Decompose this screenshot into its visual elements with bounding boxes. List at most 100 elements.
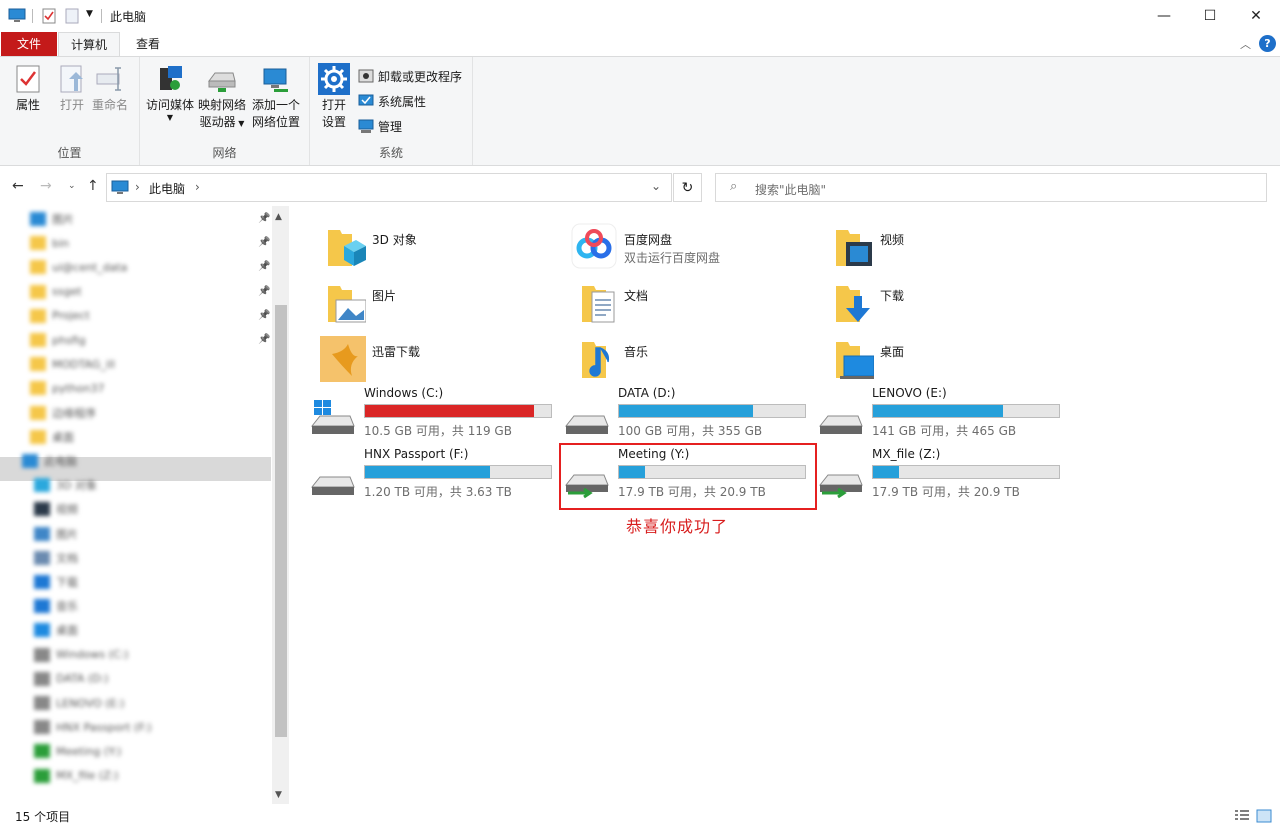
nav-scroll-thumb[interactable] <box>275 305 287 737</box>
nav-item[interactable]: 3D 对象 <box>34 474 97 496</box>
add-network-location-button[interactable]: 添加一个 网络位置 <box>252 63 300 131</box>
folder-icon <box>30 212 46 226</box>
scroll-up-icon[interactable]: ▲ <box>275 212 282 222</box>
nav-item[interactable]: 下载 <box>34 571 78 593</box>
tab-computer[interactable]: 计算机 <box>58 32 120 56</box>
nav-item[interactable]: 视频 <box>34 498 78 520</box>
ribbon-tabs: 文件 计算机 查看 ︿ ? <box>0 32 1280 56</box>
pin-icon[interactable]: 📌 <box>258 261 270 272</box>
breadcrumb-chevron-icon[interactable]: › <box>135 180 140 194</box>
breadcrumb-this-pc[interactable]: 此电脑 <box>149 180 185 197</box>
group-location: 属性 打开 重命名 位置 <box>0 57 140 165</box>
title-bar: ▼ 此电脑 — ☐ ✕ <box>0 0 1280 32</box>
address-bar[interactable]: › 此电脑 › ⌄ <box>106 173 672 202</box>
separator <box>32 9 33 23</box>
drive-e[interactable]: LENOVO (E:) 141 GB 可用，共 465 GB <box>808 386 1060 442</box>
folder-icon <box>34 720 50 735</box>
tab-view[interactable]: 查看 <box>122 32 174 56</box>
pin-icon[interactable]: 📌 <box>258 310 270 321</box>
map-drive-button[interactable]: 映射网络 驱动器 ▼ <box>198 63 246 132</box>
drive-usage-bar <box>872 465 1060 479</box>
recent-locations-icon[interactable]: ⌄ <box>68 181 76 191</box>
nav-item[interactable]: 此电脑 <box>22 450 77 472</box>
maximize-button[interactable]: ☐ <box>1187 0 1233 32</box>
properties-quick-icon[interactable] <box>42 8 56 24</box>
folder-xunlei-downloads[interactable]: 迅雷下载 <box>308 326 558 382</box>
new-folder-quick-icon[interactable] <box>65 8 79 24</box>
nav-item[interactable]: 音乐 <box>34 595 78 617</box>
scroll-down-icon[interactable]: ▼ <box>275 790 282 800</box>
minimize-button[interactable]: — <box>1141 0 1187 32</box>
up-arrow-icon[interactable]: ↑ <box>87 178 99 194</box>
nav-item[interactable]: bin <box>30 232 69 254</box>
nav-item[interactable]: ui@cent_data <box>30 256 127 278</box>
nav-item[interactable]: HNX Passport (F:) <box>34 716 152 738</box>
nav-item[interactable]: 图片 <box>34 523 78 545</box>
drive-f[interactable]: HNX Passport (F:) 1.20 TB 可用，共 3.63 TB <box>300 447 552 503</box>
help-icon[interactable]: ? <box>1259 35 1276 52</box>
nav-item[interactable]: python37 <box>30 377 104 399</box>
nav-item[interactable]: Windows (C:) <box>34 644 129 666</box>
add-location-label-2: 网络位置 <box>252 115 301 129</box>
dropdown-arrow-icon: ▼ <box>166 113 174 122</box>
nav-item[interactable]: ssget <box>30 281 82 303</box>
baidu-netdisk-shortcut[interactable]: 百度网盘 双击运行百度网盘 <box>560 214 810 269</box>
folder-3d-objects[interactable]: 3D 对象 <box>308 214 558 266</box>
folder-documents[interactable]: 文档 <box>560 270 810 323</box>
drive-z[interactable]: MX_file (Z:) 17.9 TB 可用，共 20.9 TB <box>808 447 1060 503</box>
address-dropdown-icon[interactable]: ⌄ <box>651 179 661 193</box>
system-properties-button[interactable]: 系统属性 <box>358 91 426 111</box>
access-media-button[interactable]: 访问媒体 ▼ <box>146 63 194 122</box>
tab-file[interactable]: 文件 <box>1 32 57 56</box>
pin-icon[interactable]: 📌 <box>258 334 270 345</box>
pin-icon[interactable]: 📌 <box>258 237 270 248</box>
nav-item-label: MODTAG_ill <box>52 357 116 371</box>
computer-icon <box>8 8 26 22</box>
folder-desktop[interactable]: 桌面 <box>816 326 1066 379</box>
breadcrumb-chevron-icon[interactable]: › <box>195 180 200 194</box>
folder-music[interactable]: 音乐 <box>560 326 810 378</box>
folder-icon <box>30 357 46 372</box>
pin-icon[interactable]: 📌 <box>258 286 270 297</box>
nav-item[interactable]: 边缘程序 <box>30 402 96 424</box>
drive-d[interactable]: DATA (D:) 100 GB 可用，共 355 GB <box>554 386 806 442</box>
properties-button[interactable]: 属性 <box>12 63 44 114</box>
details-view-icon[interactable] <box>1234 809 1250 823</box>
nav-item[interactable]: 文档 <box>34 547 78 569</box>
search-input[interactable]: ⌕ 搜索"此电脑" <box>715 173 1267 202</box>
folder-pictures[interactable]: 图片 <box>308 270 558 323</box>
nav-item[interactable]: Project <box>30 305 90 327</box>
nav-item-label: 此电脑 <box>44 455 77 468</box>
pin-icon[interactable]: 📌 <box>258 213 270 224</box>
uninstall-programs-button[interactable]: 卸载或更改程序 <box>358 66 462 86</box>
large-icons-view-icon[interactable] <box>1256 809 1272 823</box>
folder-name: 图片 <box>372 289 397 303</box>
separator <box>101 9 102 23</box>
back-arrow-icon[interactable]: ← <box>12 178 24 194</box>
close-button[interactable]: ✕ <box>1233 0 1279 32</box>
nav-item[interactable]: 图片 <box>30 208 74 230</box>
forward-arrow-icon[interactable]: → <box>40 178 52 194</box>
rename-button[interactable]: 重命名 <box>92 63 128 114</box>
status-bar: 15 个项目 <box>0 804 1280 828</box>
nav-item[interactable]: MODTAG_ill <box>30 353 115 375</box>
drive-c[interactable]: Windows (C:) 10.5 GB 可用，共 119 GB <box>300 386 552 442</box>
folder-videos[interactable]: 视频 <box>816 214 1066 266</box>
nav-item[interactable]: 桌面 <box>34 619 78 641</box>
nav-item[interactable]: LENOVO (E:) <box>34 692 125 714</box>
nav-item[interactable]: MX_file (Z:) <box>34 765 119 787</box>
collapse-ribbon-icon[interactable]: ︿ <box>1240 36 1251 52</box>
manage-button[interactable]: 管理 <box>358 116 402 136</box>
open-settings-button[interactable]: 打开 设置 <box>318 63 350 131</box>
folder-name: 视频 <box>880 233 905 247</box>
nav-item[interactable]: 桌面 <box>30 426 74 448</box>
music-folder-icon <box>582 342 610 378</box>
drive-name: LENOVO (E:) <box>872 386 947 400</box>
open-button[interactable]: 打开 <box>56 63 88 114</box>
folder-downloads[interactable]: 下载 <box>816 270 1066 322</box>
nav-item[interactable]: DATA (D:) <box>34 668 109 690</box>
nav-item[interactable]: Meeting (Y:) <box>34 740 121 762</box>
nav-item[interactable]: phsfig <box>30 329 86 351</box>
refresh-button[interactable]: ↻ <box>673 173 702 202</box>
quick-access-dropdown-icon[interactable]: ▼ <box>86 9 93 19</box>
